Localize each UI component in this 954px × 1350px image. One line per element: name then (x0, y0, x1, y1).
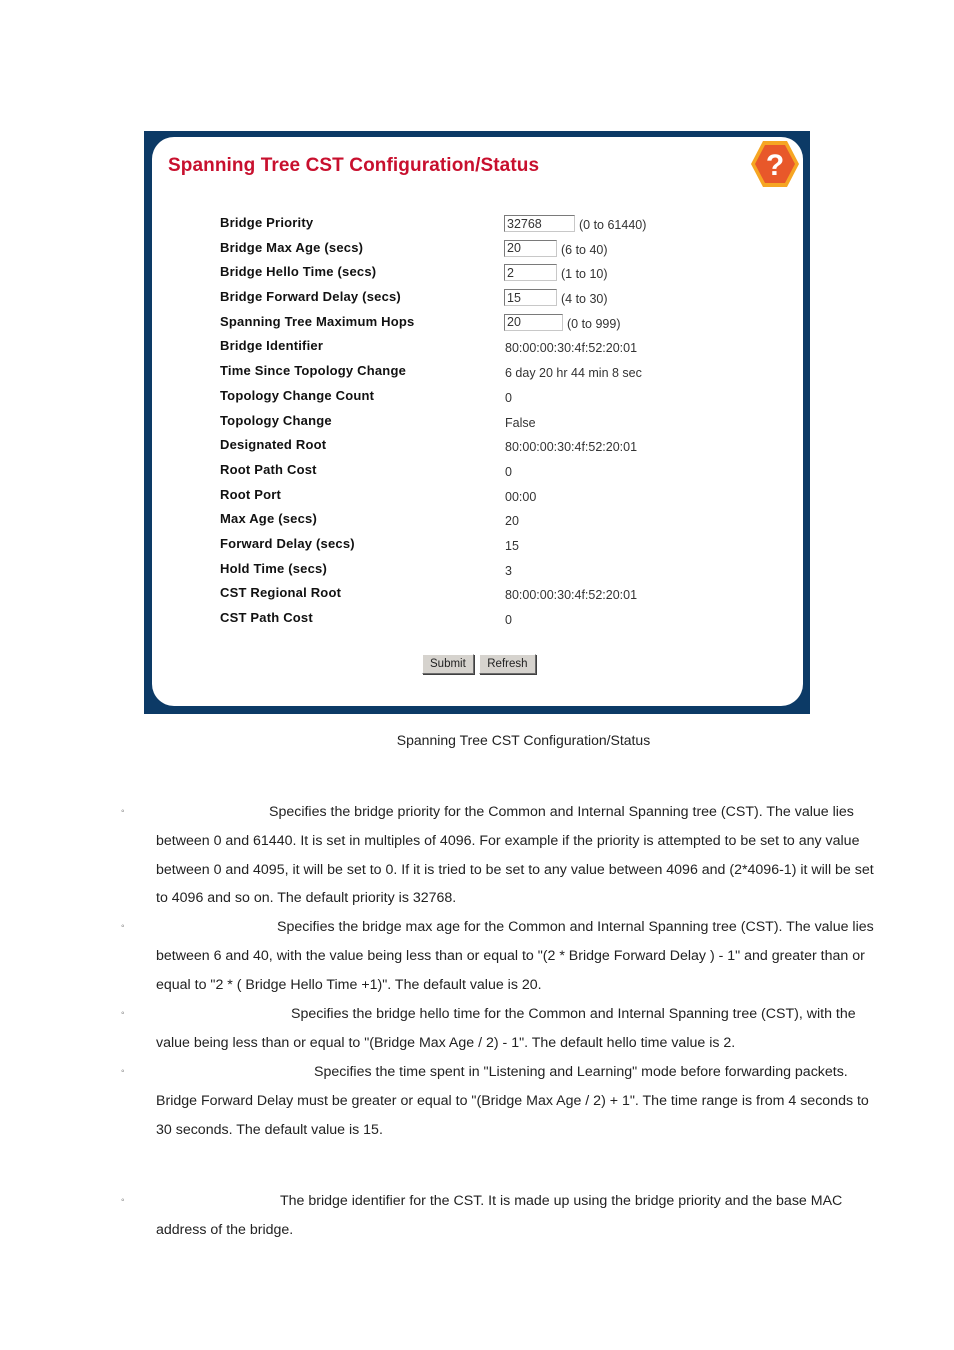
description-text: address of the bridge. (156, 1221, 294, 1238)
status-value: 80:00:00:30:4f:52:20:01 (505, 588, 638, 603)
figure-caption: Spanning Tree CST Configuration/Status (396, 732, 651, 748)
range-hint: (4 to 30) (561, 292, 608, 307)
page-title: Spanning Tree CST Configuration/Status (168, 155, 540, 176)
bullet-marker: ◦ (121, 921, 125, 932)
description-text: Bridge Forward Delay must be greater or … (156, 1092, 869, 1138)
status-label: Topology Change Count (220, 387, 375, 403)
range-hint: (6 to 40) (561, 242, 608, 257)
status-hold-time: Hold Time (secs) 3 (220, 561, 780, 586)
config-panel: Spanning Tree CST Configuration/Status ?… (152, 137, 803, 706)
range-hint: (0 to 61440) (579, 218, 647, 232)
field-bridge-hello-time: Bridge Hello Time (secs) (1 to 10) (220, 264, 780, 289)
status-label: CST Regional Root (220, 585, 342, 601)
status-label: Designated Root (220, 437, 327, 453)
description-bridge-hello-time: Specifies the bridge hello time for the … (156, 1000, 886, 1058)
status-label: Root Path Cost (220, 461, 317, 477)
range-hint: (1 to 10) (561, 267, 608, 282)
bridge-hello-time-input[interactable] (504, 264, 557, 282)
field-label: Bridge Max Age (secs) (220, 239, 364, 255)
status-root-port: Root Port 00:00 (220, 487, 780, 512)
description-text: value being less than or equal to "(Brid… (156, 1034, 736, 1051)
description-text: between 0 and 61440. It is set in multip… (156, 832, 874, 907)
bridge-forward-delay-input[interactable] (504, 289, 557, 307)
status-value: 00:00 (505, 489, 537, 504)
description-first-line: The bridge identifier for the CST. It is… (280, 1193, 843, 1209)
status-value: 3 (505, 563, 512, 578)
description-first-line: Specifies the bridge max age for the Com… (277, 919, 874, 935)
description-bridge-forward-delay: Specifies the time spent in "Listening a… (156, 1058, 886, 1144)
status-label: Root Port (220, 486, 282, 502)
description-bridge-identifier: The bridge identifier for the CST. It is… (156, 1187, 886, 1245)
status-topology-change: Topology Change False (220, 413, 780, 438)
max-hops-input[interactable] (504, 313, 563, 331)
bridge-max-age-input[interactable] (504, 239, 557, 257)
refresh-button[interactable]: Refresh (479, 654, 536, 674)
status-label: CST Path Cost (220, 610, 313, 625)
status-designated-root: Designated Root 80:00:00:30:4f:52:20:01 (220, 437, 780, 462)
status-value: 0 (505, 464, 512, 479)
bullet-marker: ◦ (121, 806, 125, 817)
range-hint: (0 to 999) (567, 316, 621, 331)
field-bridge-forward-delay: Bridge Forward Delay (secs) (4 to 30) (220, 289, 780, 314)
field-label: Bridge Hello Time (secs) (220, 264, 377, 280)
status-time-since-topology-change: Time Since Topology Change 6 day 20 hr 4… (220, 363, 780, 388)
status-label: Time Since Topology Change (220, 363, 407, 379)
settings-form: Bridge Priority (0 to 61440) Bridge Max … (220, 215, 780, 635)
status-max-age: Max Age (secs) 20 (220, 511, 780, 536)
status-value: 6 day 20 hr 44 min 8 sec (505, 366, 642, 381)
description-bridge-max-age: Specifies the bridge max age for the Com… (156, 913, 886, 999)
status-value: 80:00:00:30:4f:52:20:01 (505, 440, 638, 455)
status-value: 0 (505, 390, 512, 405)
status-label: Forward Delay (secs) (220, 535, 355, 551)
bridge-priority-input[interactable] (504, 215, 575, 232)
form-actions: Submit Refresh (422, 654, 537, 674)
bullet-marker: ◦ (121, 1066, 125, 1077)
field-label: Spanning Tree Maximum Hops (220, 313, 415, 329)
status-value: False (505, 415, 536, 430)
description-first-line: Specifies the time spent in "Listening a… (314, 1064, 848, 1080)
status-cst-path-cost: CST Path Cost 0 (220, 610, 780, 635)
screenshot-frame: Spanning Tree CST Configuration/Status ?… (144, 131, 810, 714)
description-first-line: Specifies the bridge priority for the Co… (269, 804, 854, 820)
status-value: 20 (505, 514, 519, 529)
status-label: Topology Change (220, 412, 332, 428)
bullet-marker: ◦ (121, 1195, 125, 1206)
field-bridge-priority: Bridge Priority (0 to 61440) (220, 215, 780, 240)
status-root-path-cost: Root Path Cost 0 (220, 462, 780, 487)
status-topology-change-count: Topology Change Count 0 (220, 388, 780, 413)
status-value: 15 (505, 538, 519, 553)
field-max-hops: Spanning Tree Maximum Hops (0 to 999) (220, 313, 780, 339)
status-label: Bridge Identifier (220, 338, 324, 354)
status-cst-regional-root: CST Regional Root 80:00:00:30:4f:52:20:0… (220, 585, 780, 610)
status-bridge-identifier: Bridge Identifier 80:00:00:30:4f:52:20:0… (220, 338, 780, 363)
field-label: Bridge Priority (220, 215, 314, 230)
description-bridge-priority: Specifies the bridge priority for the Co… (156, 798, 886, 913)
status-forward-delay: Forward Delay (secs) 15 (220, 536, 780, 561)
submit-button[interactable]: Submit (422, 654, 474, 674)
description-text: between 6 and 40, with the value being l… (156, 947, 865, 993)
status-label: Max Age (secs) (220, 511, 317, 527)
help-question-icon[interactable]: ? (749, 139, 801, 189)
field-bridge-max-age: Bridge Max Age (secs) (6 to 40) (220, 239, 780, 265)
description-first-line: Specifies the bridge hello time for the … (291, 1006, 856, 1022)
status-value: 0 (505, 613, 512, 627)
status-value: 80:00:00:30:4f:52:20:01 (505, 341, 638, 356)
field-label: Bridge Forward Delay (secs) (220, 289, 401, 305)
bullet-marker: ◦ (121, 1008, 125, 1019)
status-label: Hold Time (secs) (220, 560, 327, 576)
svg-text:?: ? (766, 149, 784, 182)
